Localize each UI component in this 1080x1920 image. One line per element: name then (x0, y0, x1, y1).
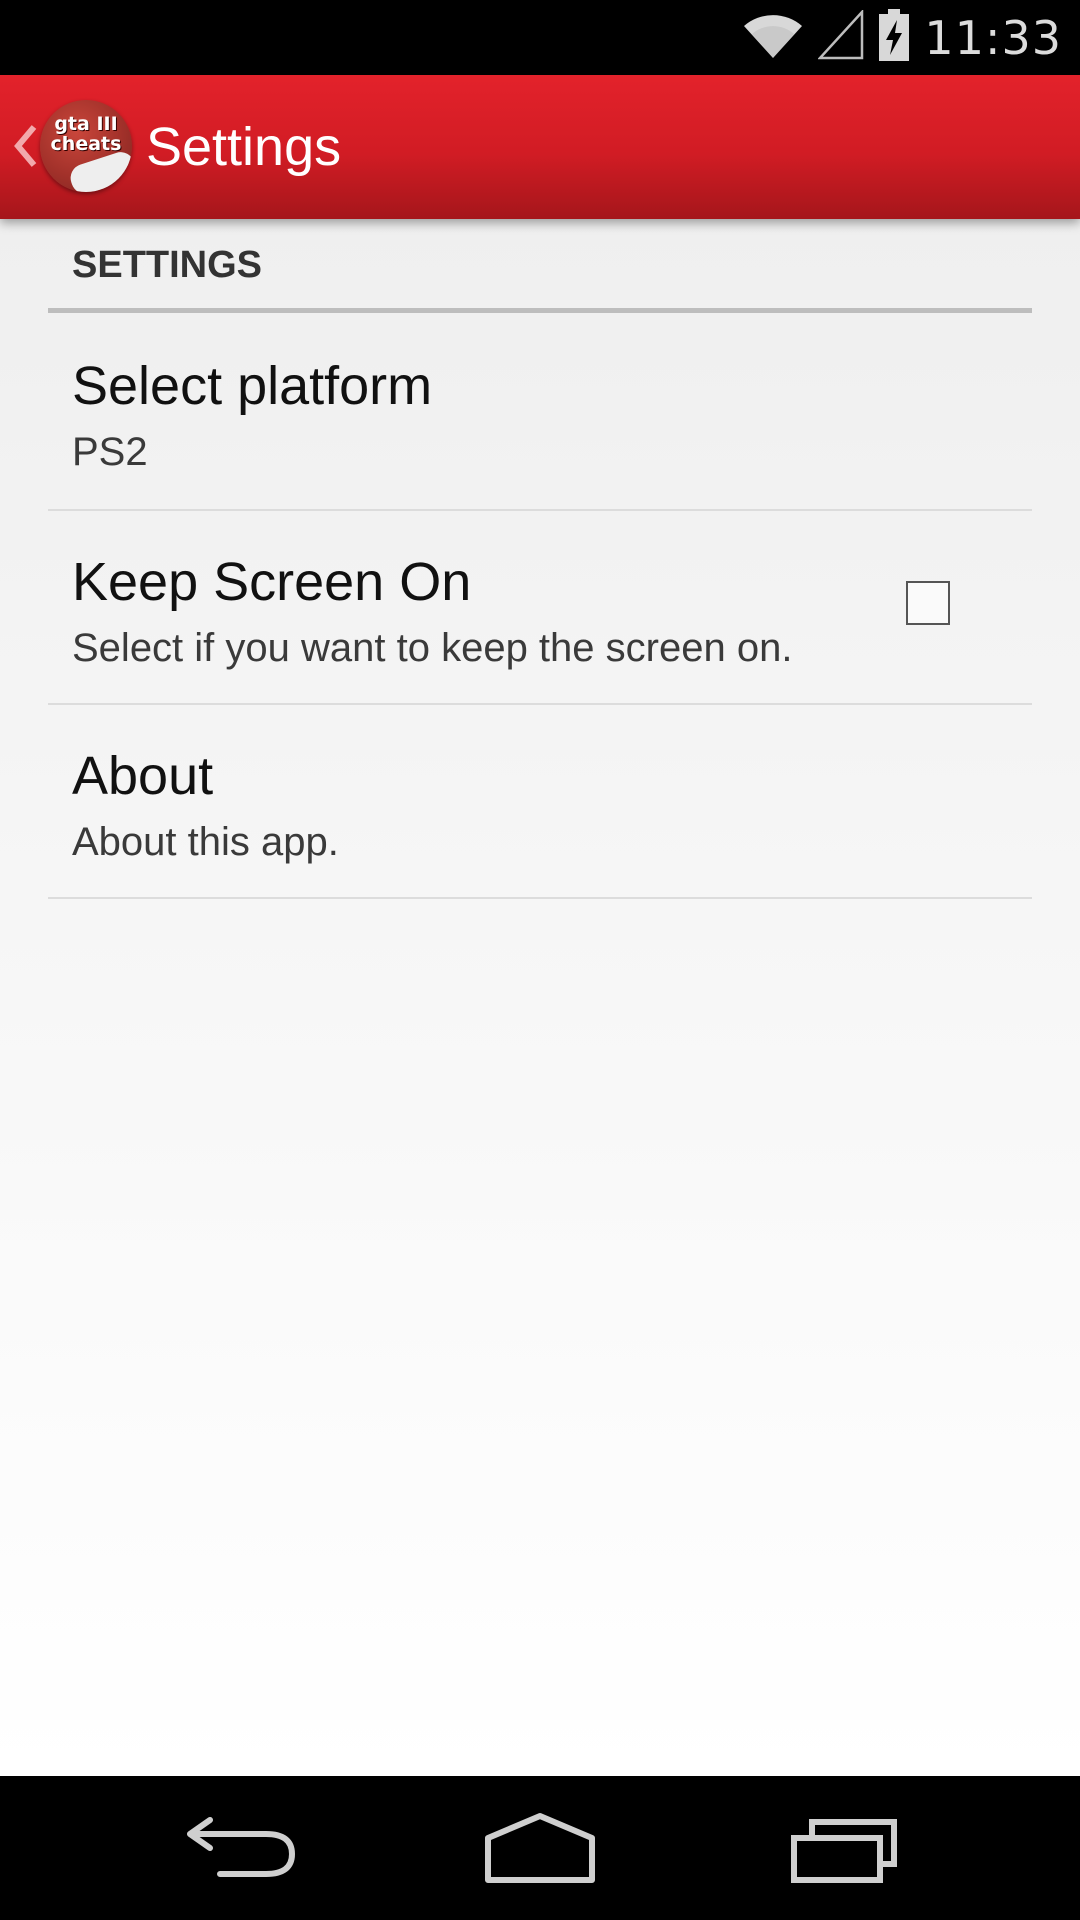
pref-title: Keep Screen On (72, 552, 472, 612)
pref-summary: About this app. (72, 820, 339, 864)
pref-summary: Select if you want to keep the screen on… (72, 626, 793, 670)
settings-list: SETTINGS Select platform PS2 Keep Screen… (0, 219, 1080, 1776)
app-logo-text: gta III cheats (50, 113, 122, 155)
status-bar: 11:33 (0, 0, 1080, 75)
list-divider (48, 897, 1032, 899)
status-icons: 11:33 (742, 0, 1062, 75)
pref-title: About (72, 746, 214, 806)
navigation-bar (0, 1776, 1080, 1920)
back-icon[interactable] (170, 1798, 310, 1898)
back-chevron-icon[interactable] (10, 119, 40, 173)
recent-apps-icon[interactable] (770, 1798, 910, 1898)
section-header: SETTINGS (72, 244, 263, 286)
page-title: Settings (146, 117, 342, 177)
status-time: 11:33 (924, 10, 1062, 65)
wifi-icon (742, 10, 804, 65)
keep-screen-on-checkbox[interactable] (906, 581, 950, 625)
pref-summary: PS2 (72, 430, 148, 474)
pref-title: Select platform (72, 356, 433, 416)
gamepad-icon (66, 148, 132, 192)
pref-keep-screen-on[interactable]: Keep Screen On Select if you want to kee… (48, 509, 1032, 701)
home-icon[interactable] (470, 1798, 610, 1898)
action-bar: gta III cheats Settings (0, 75, 1080, 219)
app-logo-icon[interactable]: gta III cheats (40, 100, 132, 192)
pref-select-platform[interactable]: Select platform PS2 (48, 313, 1032, 505)
pref-about[interactable]: About About this app. (48, 703, 1032, 895)
cell-signal-icon (817, 8, 864, 65)
screen: 11:33 gta III cheats Settings SETTINGS S… (0, 0, 1080, 1920)
battery-charging-icon (878, 8, 910, 67)
